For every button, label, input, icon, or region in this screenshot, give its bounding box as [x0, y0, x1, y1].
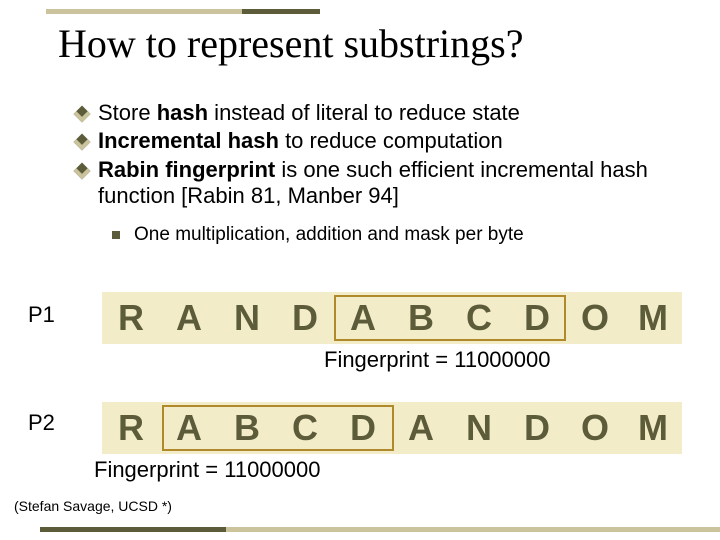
char-cell: N — [450, 407, 508, 449]
decoration-bar — [226, 527, 720, 532]
bullet-text: Rabin fingerprint is one such efficient … — [98, 157, 676, 210]
char-cell: D — [276, 297, 334, 339]
highlight-box — [162, 405, 394, 451]
sub-bullet-text: One multiplication, addition and mask pe… — [134, 224, 524, 246]
bullet-item: Incremental hash to reduce computation — [76, 128, 676, 154]
char-cell: N — [218, 297, 276, 339]
square-icon — [112, 231, 120, 239]
p1-label: P1 — [28, 302, 55, 328]
highlight-box — [334, 295, 566, 341]
sub-bullet-item: One multiplication, addition and mask pe… — [112, 224, 676, 246]
slide: How to represent substrings? Store hash … — [0, 0, 720, 540]
diamond-icon — [74, 162, 91, 179]
bullet-item: Store hash instead of literal to reduce … — [76, 100, 676, 126]
char-cell: M — [624, 297, 682, 339]
decoration-bar — [242, 9, 320, 14]
char-cell: D — [508, 407, 566, 449]
slide-title: How to represent substrings? — [58, 20, 678, 67]
footer-credit: (Stefan Savage, UCSD *) — [14, 498, 172, 514]
decoration-bar — [46, 9, 242, 14]
char-cell: R — [102, 407, 160, 449]
diamond-icon — [74, 106, 91, 123]
body-list: Store hash instead of literal to reduce … — [76, 100, 676, 246]
char-cell: O — [566, 407, 624, 449]
bullet-text: Store hash instead of literal to reduce … — [98, 100, 520, 126]
fingerprint-label-2: Fingerprint = 11000000 — [94, 457, 320, 483]
fingerprint-label-1: Fingerprint = 11000000 — [324, 347, 550, 373]
p2-label: P2 — [28, 410, 55, 436]
decoration-bar — [40, 527, 226, 532]
char-cell: A — [160, 297, 218, 339]
char-cell: M — [624, 407, 682, 449]
bullet-item: Rabin fingerprint is one such efficient … — [76, 157, 676, 210]
char-cell: O — [566, 297, 624, 339]
diamond-icon — [74, 134, 91, 151]
bullet-text: Incremental hash to reduce computation — [98, 128, 503, 154]
char-cell: A — [392, 407, 450, 449]
char-cell: R — [102, 297, 160, 339]
